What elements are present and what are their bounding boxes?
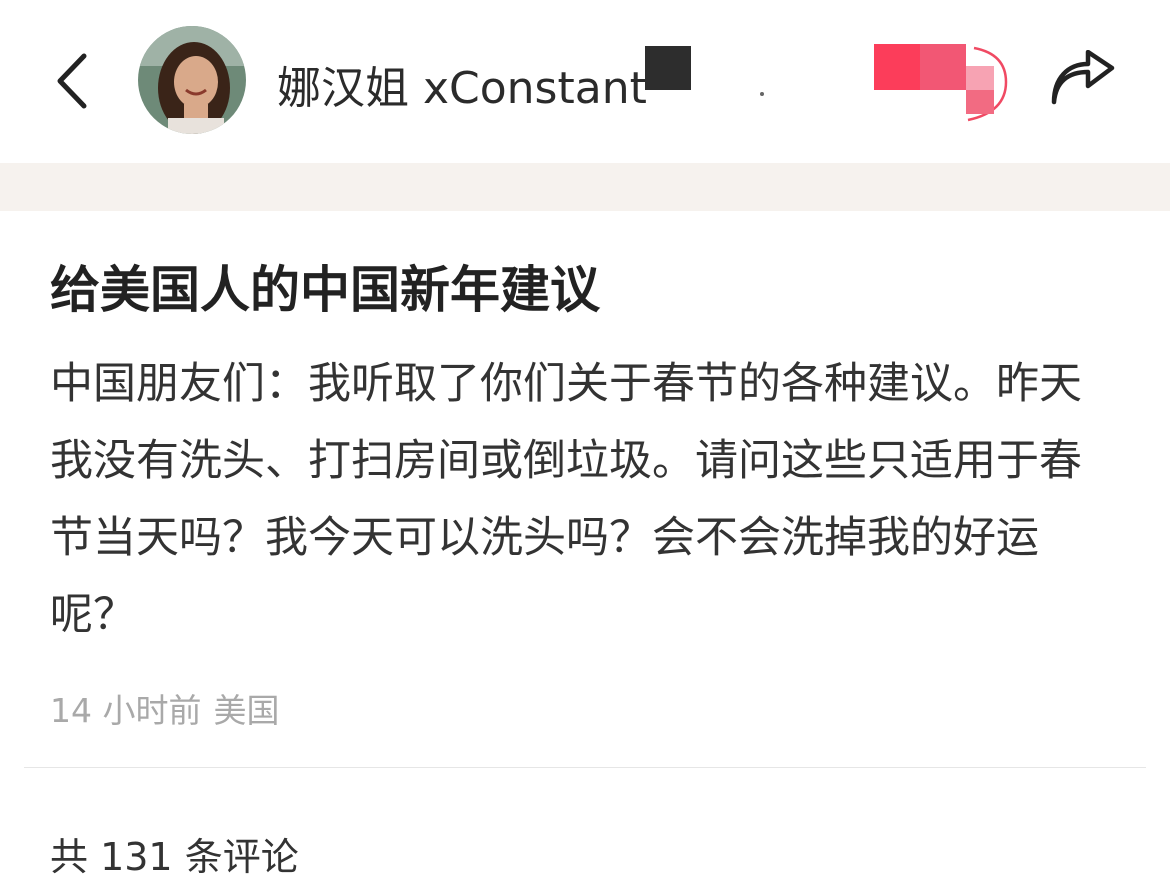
post-location: 美国	[213, 691, 280, 730]
back-button[interactable]	[50, 48, 100, 114]
divider	[24, 767, 1146, 768]
post-body: 中国朋友们：我听取了你们关于春节的各种建议。昨天我没有洗头、打扫房间或倒垃圾。请…	[50, 359, 1082, 640]
post-meta: 14 小时前 美国	[50, 684, 279, 732]
chevron-left-icon	[57, 53, 87, 109]
author-name[interactable]: 娜汉姐 xConstant	[277, 52, 647, 116]
post-time: 14 小时前	[50, 691, 202, 730]
redaction-block	[645, 46, 691, 90]
section-divider-band	[0, 163, 1170, 211]
share-arrow-icon	[1051, 49, 1115, 105]
avatar[interactable]	[138, 26, 246, 134]
header-bar: 娜汉姐 xConstant	[0, 0, 1170, 163]
share-button[interactable]	[1048, 49, 1118, 108]
post-title: 给美国人的中国新年建议	[50, 261, 600, 319]
comment-count: 共 131 条评论	[50, 835, 299, 879]
follow-button[interactable]	[874, 44, 1008, 122]
redaction-dot	[760, 92, 764, 96]
